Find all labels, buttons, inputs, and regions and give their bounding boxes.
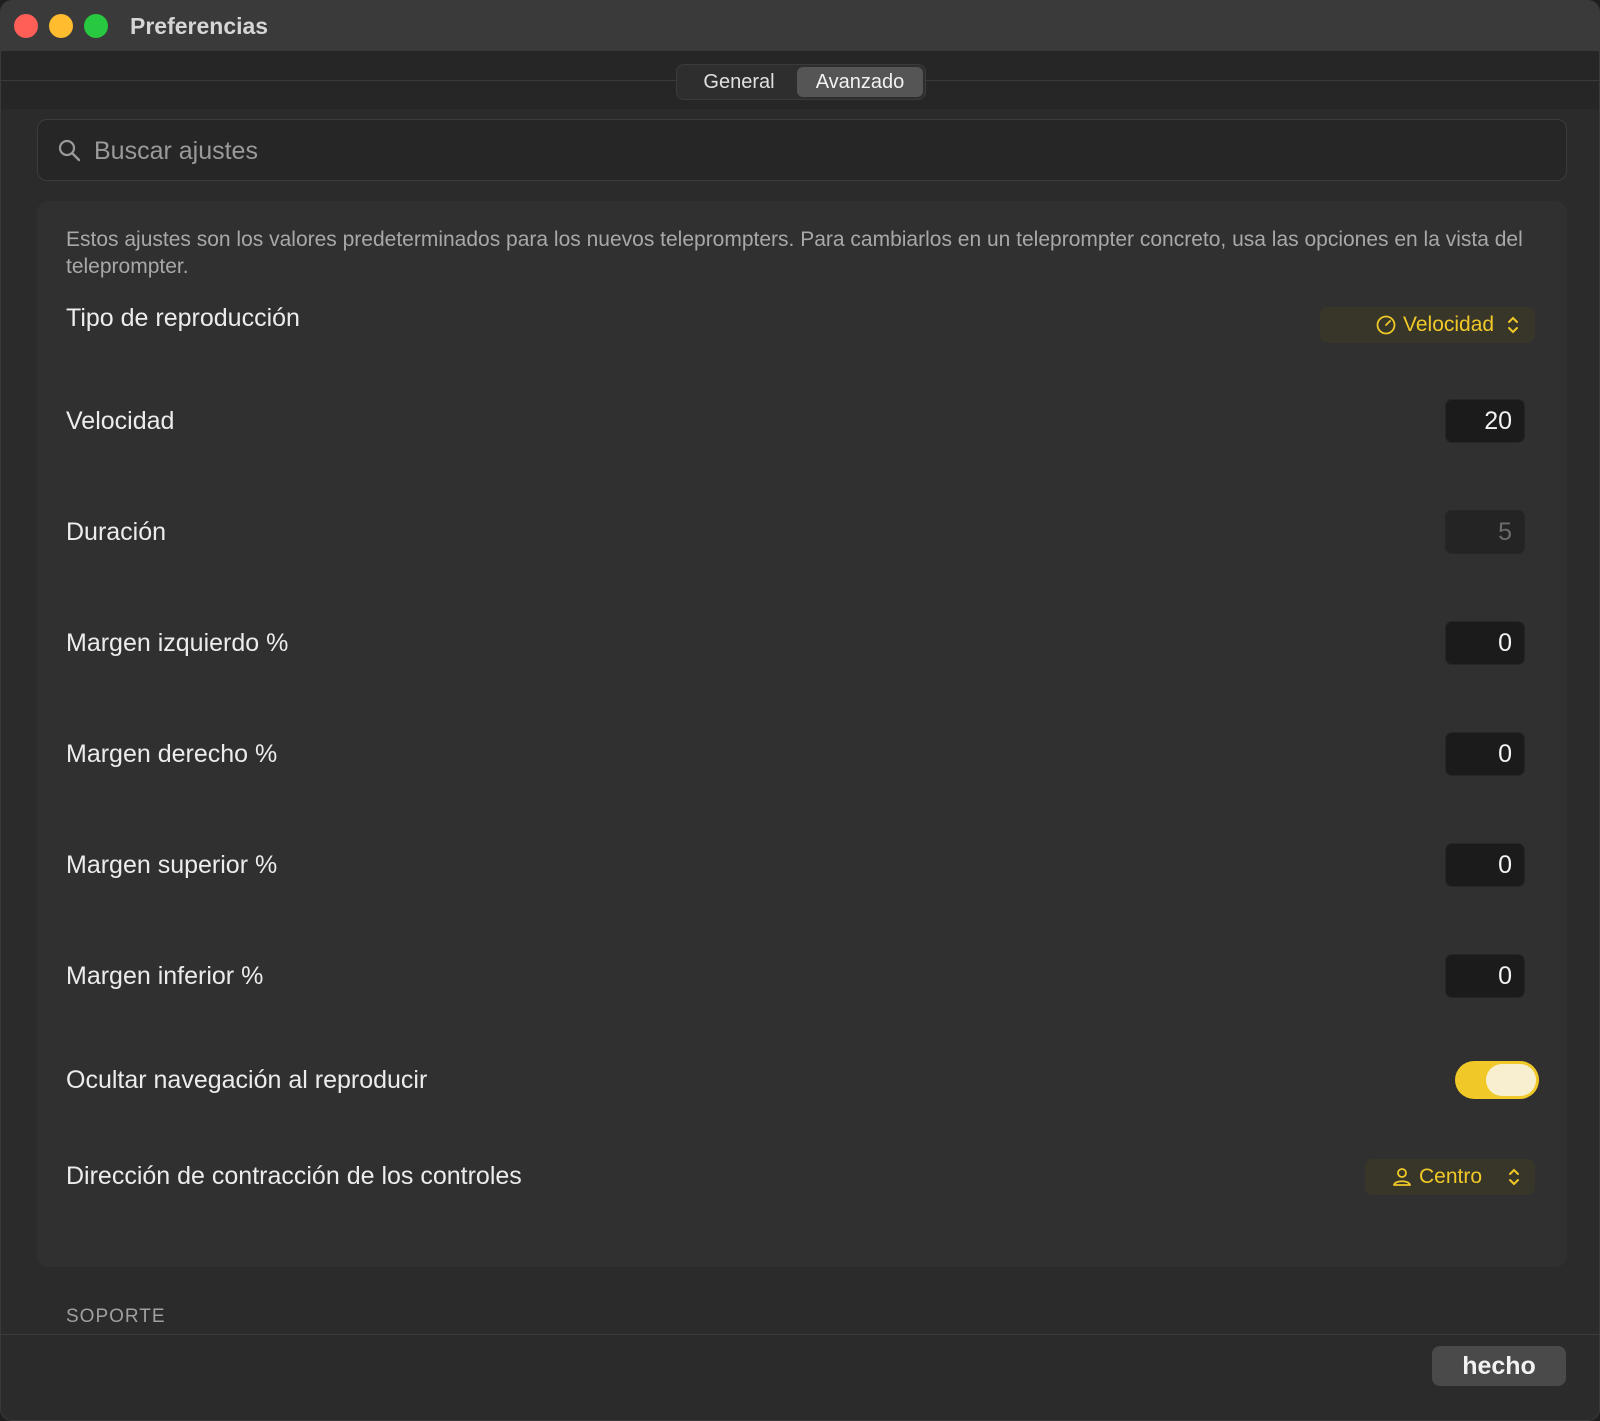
title-bar: Preferencias (1, 1, 1599, 52)
margin-bottom-field[interactable]: 0 (1445, 954, 1525, 998)
zoom-window-button[interactable] (84, 14, 108, 38)
done-button[interactable]: hecho (1432, 1346, 1566, 1386)
bottom-bar (1, 1334, 1599, 1420)
playback-type-label: Tipo de reproducción (66, 304, 300, 332)
margin-top-label: Margen superior % (66, 851, 278, 879)
playback-type-popup[interactable]: Velocidad (1320, 307, 1535, 343)
chevron-updown-icon (1508, 316, 1518, 334)
collapse-direction-popup[interactable]: Centro (1365, 1159, 1535, 1195)
minimize-window-button[interactable] (49, 14, 73, 38)
margin-left-field[interactable]: 0 (1445, 621, 1525, 665)
speedometer-icon (1376, 315, 1396, 335)
margin-right-label: Margen derecho % (66, 740, 278, 768)
person-icon (1393, 1168, 1411, 1186)
tab-general[interactable]: General (683, 67, 795, 97)
settings-panel: Estos ajustes son los valores predetermi… (37, 201, 1567, 1267)
duration-field: 5 (1445, 510, 1525, 554)
preferences-window: Preferencias General Avanzado Estos ajus… (0, 0, 1600, 1421)
chevron-updown-icon (1509, 1168, 1519, 1186)
duration-label: Duración (66, 518, 167, 546)
search-icon (58, 139, 81, 162)
window-title: Preferencias (130, 13, 269, 39)
tab-advanced[interactable]: Avanzado (797, 67, 923, 97)
toggle-knob (1486, 1064, 1536, 1096)
collapse-direction-value: Centro (1419, 1165, 1483, 1188)
hide-navigation-toggle[interactable] (1455, 1061, 1539, 1099)
margin-bottom-label: Margen inferior % (66, 962, 264, 990)
collapse-direction-label: Dirección de contracción de los controle… (66, 1162, 522, 1190)
margin-left-label: Margen izquierdo % (66, 629, 289, 657)
settings-description: Estos ajustes son los valores predetermi… (66, 228, 1523, 278)
hide-navigation-label: Ocultar navegación al reproducir (66, 1066, 428, 1094)
margin-right-field[interactable]: 0 (1445, 732, 1525, 776)
margin-top-field[interactable]: 0 (1445, 843, 1525, 887)
speed-field[interactable]: 20 (1445, 399, 1525, 443)
tab-segmented-control: General Avanzado (676, 64, 926, 100)
speed-label: Velocidad (66, 407, 175, 435)
close-window-button[interactable] (14, 14, 38, 38)
search-input[interactable] (92, 120, 1536, 182)
support-section-header: SOPORTE (66, 1306, 166, 1327)
search-field[interactable] (37, 119, 1567, 182)
playback-type-value: Velocidad (1403, 313, 1495, 336)
